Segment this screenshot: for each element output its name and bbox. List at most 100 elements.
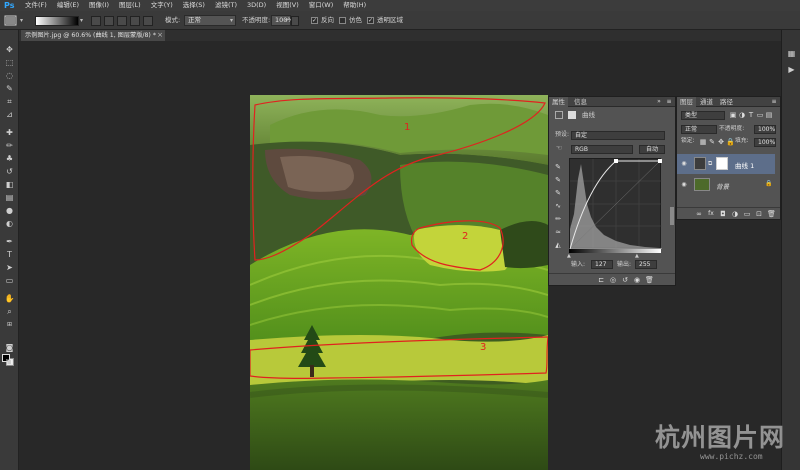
marquee-tool-icon[interactable]: ⬚ [3,57,16,68]
menu-view[interactable]: 视图(V) [271,0,304,11]
lock-image-icon[interactable]: ✎ [708,138,716,146]
fill-input[interactable]: 100% [754,138,776,147]
zoom-tool-icon[interactable]: ⌕ [3,306,16,317]
rectangle-tool-icon[interactable]: ▭ [3,275,16,286]
curve-graph[interactable] [569,158,663,250]
layer-row[interactable]: ◉ ⧉ 曲线 1 [677,154,775,174]
black-point-eyedropper-icon[interactable]: ✎ [554,163,562,171]
smooth-curve-icon[interactable]: ≈ [554,228,562,236]
layers-panel-menu-icon[interactable]: ≡ [770,98,778,106]
menu-type[interactable]: 文字(Y) [146,0,178,11]
lock-position-icon[interactable]: ✥ [717,138,725,146]
white-slider-icon[interactable]: ▲ [635,253,639,259]
collapse-panel-icon[interactable]: » [655,98,663,106]
mode-select[interactable]: 正常 [184,15,236,26]
add-mask-icon[interactable]: ◘ [719,210,727,218]
layer-opacity-input[interactable]: 100% [754,125,776,134]
brush-tool-icon[interactable]: ✏ [3,140,16,151]
layer-visibility-eye-icon[interactable]: ◉ [680,160,688,168]
healing-brush-tool-icon[interactable]: ✚ [3,127,16,138]
gradient-tool-icon[interactable]: ▤ [3,192,16,203]
gray-point-eyedropper-icon[interactable]: ✎ [554,176,562,184]
menu-filter[interactable]: 滤镜(T) [210,0,242,11]
new-adjustment-icon[interactable]: ◑ [731,210,739,218]
hand-tool-icon[interactable]: ✋ [3,293,16,304]
layer-style-icon[interactable]: fx [707,210,715,218]
reflected-gradient-button[interactable] [130,16,140,26]
quick-select-tool-icon[interactable]: ✎ [3,83,16,94]
delete-layer-icon[interactable]: 🗑 [767,210,776,218]
delete-adjustment-icon[interactable]: 🗑 [645,276,654,284]
tab-info[interactable]: 信息 [571,97,590,107]
opacity-input[interactable]: 100% [271,15,294,26]
history-brush-tool-icon[interactable]: ↺ [3,166,16,177]
tab-channels[interactable]: 通道 [697,97,716,107]
transparency-checkbox[interactable]: ✓ [367,17,374,24]
reverse-checkbox[interactable]: ✓ [311,17,318,24]
gradient-picker[interactable] [35,16,79,26]
eraser-tool-icon[interactable]: ◧ [3,179,16,190]
close-tab-icon[interactable]: × [157,30,163,41]
opacity-slider-chevron-icon[interactable] [291,16,299,26]
history-panel-icon[interactable]: ▦ [785,48,798,59]
mask-icon[interactable] [568,111,576,119]
radial-gradient-button[interactable] [104,16,114,26]
edit-points-icon[interactable]: ∿ [554,202,562,210]
gradient-picker-chevron-icon[interactable]: ▾ [80,15,86,26]
new-group-icon[interactable]: ▭ [743,210,751,218]
output-field[interactable]: 255 [635,260,657,269]
view-previous-state-icon[interactable]: ◎ [609,276,617,284]
menu-help[interactable]: 帮助(H) [338,0,371,11]
toggle-visibility-icon[interactable]: ◉ [633,276,641,284]
layer-mask-thumbnail[interactable] [716,157,728,170]
lock-transparent-icon[interactable]: ▦ [699,138,707,146]
type-tool-icon[interactable]: T [3,249,16,260]
default-colors-icon[interactable]: ⊞ [3,319,16,330]
quick-mask-icon[interactable]: ◙ [3,342,16,353]
menu-image[interactable]: 图像(I) [84,0,114,11]
eyedropper-tool-icon[interactable]: ⊿ [3,109,16,120]
link-layers-icon[interactable]: ∞ [695,210,703,218]
blur-tool-icon[interactable]: ● [3,205,16,216]
linear-gradient-button[interactable] [91,16,101,26]
tab-paths[interactable]: 路径 [717,97,736,107]
filter-pixel-icon[interactable]: ▣ [729,111,737,119]
panel-menu-icon[interactable]: ≡ [665,98,673,106]
path-selection-tool-icon[interactable]: ➤ [3,262,16,273]
screen-mode-icon[interactable]: ▣ [3,356,16,367]
white-point-eyedropper-icon[interactable]: ✎ [554,189,562,197]
clip-to-layer-icon[interactable]: ⊏ [597,276,605,284]
actions-panel-icon[interactable]: ▶ [785,64,798,75]
blend-mode-select[interactable]: 正常 [681,125,717,134]
document-tab[interactable]: 示例图片.jpg @ 60.6% (曲线 1, 图层蒙版/8) * × [21,30,165,41]
menu-select[interactable]: 选择(S) [178,0,210,11]
filter-type-icon[interactable]: T [747,111,755,119]
properties-scrollbar[interactable] [670,207,674,225]
filter-smart-object-icon[interactable]: ▤ [765,111,773,119]
draw-curve-icon[interactable]: ✏ [554,215,562,223]
document-image[interactable]: 1 2 3 [250,95,548,470]
diamond-gradient-button[interactable] [143,16,153,26]
pen-tool-icon[interactable]: ✒ [3,236,16,247]
target-adjust-hand-icon[interactable]: ☜ [555,144,563,152]
filter-shape-icon[interactable]: ▭ [756,111,764,119]
dither-checkbox[interactable] [339,17,346,24]
preset-select[interactable]: 自定 [571,131,665,140]
new-layer-icon[interactable]: ⊡ [755,210,763,218]
clipping-warning-icon[interactable]: ◭ [554,241,562,249]
lock-all-icon[interactable]: 🔒 [726,138,735,146]
menu-3d[interactable]: 3D(D) [242,0,271,11]
layer-filter-select[interactable]: 类型 [681,111,725,120]
tab-layers[interactable]: 图层 [677,97,696,107]
menu-layer[interactable]: 图层(L) [114,0,146,11]
layer-row[interactable]: ◉ 背景 🔒 [677,175,775,195]
menu-edit[interactable]: 编辑(E) [52,0,84,11]
menu-file[interactable]: 文件(F) [20,0,52,11]
clone-stamp-tool-icon[interactable]: ♣ [3,153,16,164]
lasso-tool-icon[interactable]: ◌ [3,70,16,81]
channel-select[interactable]: RGB [571,145,633,154]
move-tool-icon[interactable]: ✥ [3,44,16,55]
reset-adjustment-icon[interactable]: ↺ [621,276,629,284]
filter-adjustment-icon[interactable]: ◑ [738,111,746,119]
angle-gradient-button[interactable] [117,16,127,26]
